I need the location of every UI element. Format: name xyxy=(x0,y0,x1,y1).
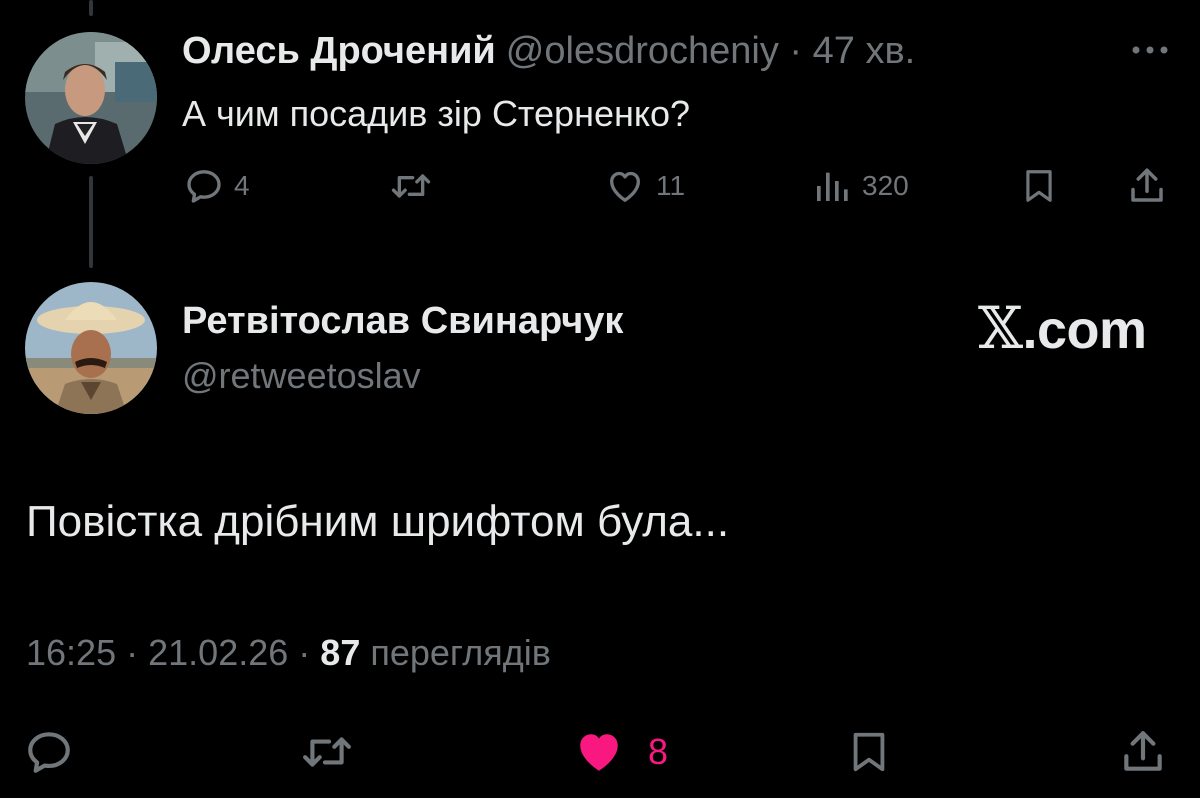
reply-retweet-button[interactable] xyxy=(388,164,434,208)
thread-line-bottom xyxy=(89,176,93,268)
reply-header: Олесь Дрочений @olesdrocheniy · 47 хв. xyxy=(182,26,915,76)
like-button[interactable]: 8 xyxy=(572,722,668,782)
reply-comment-count: 4 xyxy=(234,170,250,201)
x-com-logo: 𝕏.com xyxy=(978,298,1147,360)
reply-avatar[interactable] xyxy=(25,32,157,164)
author-avatar[interactable] xyxy=(25,282,157,414)
heart-outline-icon xyxy=(604,166,646,206)
tweet-screenshot: Олесь Дрочений @olesdrocheniy · 47 хв. А … xyxy=(0,0,1200,798)
reply-author-handle[interactable]: @olesdrocheniy xyxy=(506,30,779,72)
reply-like-count: 11 xyxy=(656,170,686,201)
reply-author-name[interactable]: Олесь Дрочений xyxy=(182,30,496,72)
bookmark-icon xyxy=(1020,166,1058,206)
meta-separator-1: · xyxy=(126,632,139,673)
tweet-meta: 16:25 · 21.02.26 · 87 переглядів xyxy=(26,628,551,678)
reply-text: А чим посадив зір Стерненко? xyxy=(182,93,691,134)
tweet-time[interactable]: 16:25 xyxy=(26,632,116,673)
bookmark-button[interactable] xyxy=(846,722,892,782)
reply-share-button[interactable] xyxy=(1126,164,1168,208)
share-button[interactable] xyxy=(1118,722,1168,782)
reply-separator: · xyxy=(789,30,803,72)
more-options-icon[interactable] xyxy=(1128,40,1172,60)
retweet-icon xyxy=(388,166,434,206)
tweet-text: Повістка дрібним шрифтом була... xyxy=(26,497,730,546)
x-logo-icon: 𝕏 xyxy=(978,294,1023,362)
author-name[interactable]: Ретвітослав Свинарчук xyxy=(182,296,623,346)
tweet-views-count[interactable]: 87 xyxy=(320,632,360,673)
reply-like-button[interactable]: 11 xyxy=(604,164,685,208)
share-icon xyxy=(1126,165,1168,207)
reply-bookmark-button[interactable] xyxy=(1020,164,1058,208)
reply-comment-button[interactable]: 4 xyxy=(184,164,250,208)
meta-separator-2: · xyxy=(298,632,311,673)
share-icon xyxy=(1118,727,1168,777)
bookmark-icon xyxy=(846,727,892,777)
tweet-date[interactable]: 21.02.26 xyxy=(148,632,288,673)
comment-icon xyxy=(24,727,74,777)
reply-views-button[interactable]: 320 xyxy=(812,164,909,208)
analytics-icon xyxy=(812,166,852,206)
retweet-icon xyxy=(298,727,356,777)
comment-icon xyxy=(184,166,224,206)
reply-button[interactable] xyxy=(24,722,74,782)
retweet-button[interactable] xyxy=(298,722,356,782)
author-handle[interactable]: @retweetoslav xyxy=(182,352,421,400)
brand-suffix: .com xyxy=(1022,300,1148,360)
like-count: 8 xyxy=(648,731,669,772)
thread-line-top xyxy=(89,0,93,16)
reply-time[interactable]: 47 хв. xyxy=(813,30,916,72)
heart-filled-icon xyxy=(572,727,626,777)
tweet-views-label: переглядів xyxy=(370,632,551,673)
reply-views-count: 320 xyxy=(862,170,909,201)
